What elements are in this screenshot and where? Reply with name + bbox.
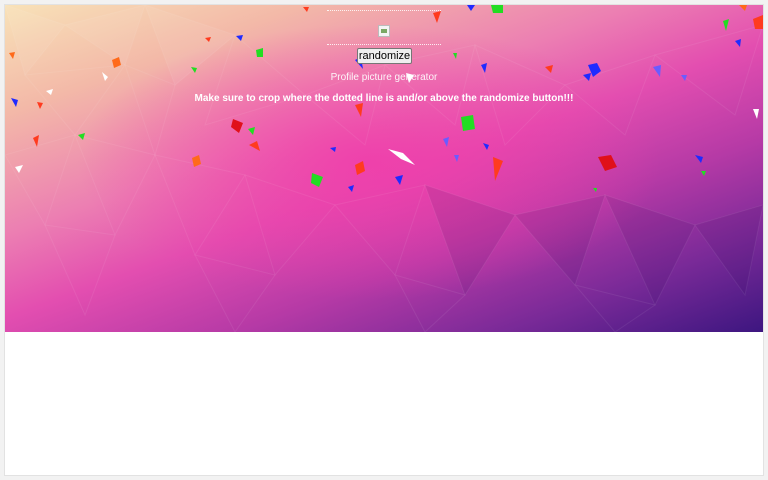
confetti-piece bbox=[483, 143, 489, 150]
confetti-piece bbox=[303, 7, 309, 12]
confetti-piece bbox=[355, 103, 363, 117]
confetti-piece bbox=[395, 175, 403, 185]
confetti-piece bbox=[433, 11, 441, 23]
confetti-piece bbox=[461, 115, 475, 131]
page-subtitle: Profile picture generator bbox=[330, 72, 438, 83]
confetti-piece bbox=[192, 155, 201, 167]
confetti-piece bbox=[15, 165, 23, 173]
confetti-piece bbox=[453, 53, 457, 59]
confetti-piece bbox=[248, 127, 255, 135]
confetti-piece bbox=[701, 171, 706, 176]
confetti-piece bbox=[9, 52, 15, 59]
confetti-piece bbox=[467, 5, 475, 11]
crop-instruction: Make sure to crop where the dotted line … bbox=[194, 93, 574, 104]
confetti-piece bbox=[491, 5, 503, 13]
confetti-piece bbox=[330, 147, 336, 152]
broken-image-icon bbox=[378, 25, 390, 37]
confetti-piece bbox=[735, 39, 741, 47]
randomize-button[interactable]: randomize bbox=[357, 48, 412, 64]
hero-background: randomize Profile picture generator Make… bbox=[5, 5, 763, 332]
confetti-piece bbox=[598, 155, 617, 171]
confetti-piece bbox=[231, 119, 243, 133]
confetti-piece bbox=[311, 173, 323, 187]
confetti-piece bbox=[739, 5, 747, 11]
confetti-piece bbox=[695, 155, 703, 163]
confetti-piece bbox=[348, 185, 354, 192]
confetti-piece bbox=[753, 109, 759, 119]
confetti-piece bbox=[236, 35, 243, 41]
confetti-piece bbox=[388, 149, 415, 165]
confetti-piece bbox=[112, 57, 121, 68]
confetti-piece bbox=[78, 133, 85, 140]
confetti-piece bbox=[249, 141, 260, 151]
confetti-piece bbox=[205, 37, 211, 42]
confetti-piece bbox=[593, 188, 597, 192]
confetti-piece bbox=[454, 155, 459, 162]
confetti-piece bbox=[33, 135, 39, 147]
confetti-piece bbox=[443, 137, 449, 147]
confetti-piece bbox=[753, 15, 763, 29]
crop-guide-top bbox=[327, 10, 441, 11]
confetti-piece bbox=[355, 161, 365, 175]
confetti-piece bbox=[723, 19, 729, 31]
page-frame: randomize Profile picture generator Make… bbox=[5, 5, 763, 475]
confetti-piece bbox=[493, 157, 503, 181]
confetti-piece bbox=[256, 48, 263, 57]
crop-guide-line bbox=[327, 44, 441, 45]
